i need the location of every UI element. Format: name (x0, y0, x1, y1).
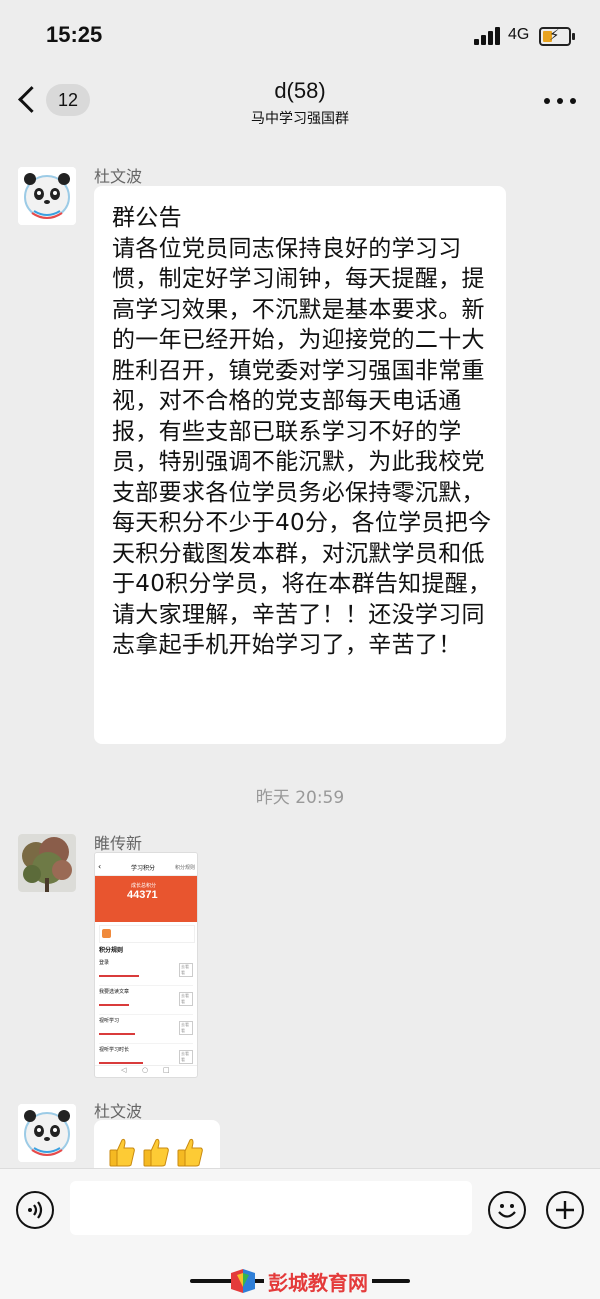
status-bar: 15:25 4G ⚡ (0, 0, 600, 70)
panda-mascot-icon (18, 167, 76, 225)
sender-name: 睢传新 (94, 834, 143, 853)
smiley-icon (498, 1204, 516, 1218)
avatar[interactable] (18, 834, 76, 892)
emoji-message-bubble[interactable] (94, 1120, 220, 1170)
status-time: 15:25 (46, 22, 103, 47)
shot-back-icon: ‹ (98, 862, 102, 871)
sender-name: 杜文波 (94, 167, 143, 186)
shot-rule-row: 视听学习 去看看 (99, 1015, 193, 1044)
chat-header: 12 d(58) 马中学习强国群 (0, 70, 600, 134)
announcement-text: 群公告 请各位党员同志保持良好的学习习惯，制定好学习闹钟，每天提醒，提高学习效果… (112, 205, 492, 658)
shot-system-nav: ◁ ○ □ (95, 1065, 197, 1077)
input-bar: 彭城教育网 (0, 1168, 600, 1299)
thumbs-up-icon (109, 1138, 135, 1167)
shot-points-banner: 成长总积分 44371 (95, 876, 197, 922)
shot-rule-row: 我要选读文章 去看看 (99, 986, 193, 1015)
more-options-icon[interactable] (544, 98, 576, 104)
battery-icon: ⚡ (539, 26, 575, 46)
image-message-screenshot[interactable]: ‹ 学习积分 积分规则 成长总积分 44371 积分规则 登录 去看看 我要选读… (94, 852, 198, 1078)
shot-section-title: 积分规则 (99, 947, 124, 954)
voice-input-button[interactable] (16, 1191, 54, 1229)
thumbs-up-icon (177, 1138, 203, 1167)
tree-photo-icon (18, 834, 76, 892)
message-timestamp: 昨天 20:59 (255, 788, 345, 808)
emoji-button[interactable] (488, 1191, 526, 1229)
sender-name: 杜文波 (94, 1102, 143, 1121)
plus-icon (556, 1201, 574, 1219)
avatar[interactable] (18, 167, 76, 225)
site-watermark: 彭城教育网 (190, 1267, 410, 1296)
network-type: 4G (508, 26, 530, 43)
avatar[interactable] (18, 1104, 76, 1162)
book-logo-icon (231, 1269, 255, 1293)
signal-icon (474, 27, 504, 45)
message-input[interactable] (70, 1181, 472, 1235)
gift-icon (102, 929, 111, 938)
chat-title: d(58) (274, 78, 326, 103)
panda-mascot-icon (18, 1104, 76, 1162)
shot-total-label: 成长总积分 (131, 883, 157, 889)
watermark-text: 彭城教育网 (264, 1267, 372, 1296)
shot-total-points: 44371 (127, 889, 158, 901)
shot-header-right: 积分规则 (175, 865, 196, 871)
thumbs-up-icon (143, 1138, 169, 1167)
voice-icon (28, 1201, 43, 1219)
shot-header: 学习积分 (131, 865, 156, 872)
more-actions-button[interactable] (546, 1191, 584, 1229)
shot-rule-row: 登录 去看看 (99, 957, 193, 986)
chat-subtitle: 马中学习强国群 (251, 111, 349, 127)
